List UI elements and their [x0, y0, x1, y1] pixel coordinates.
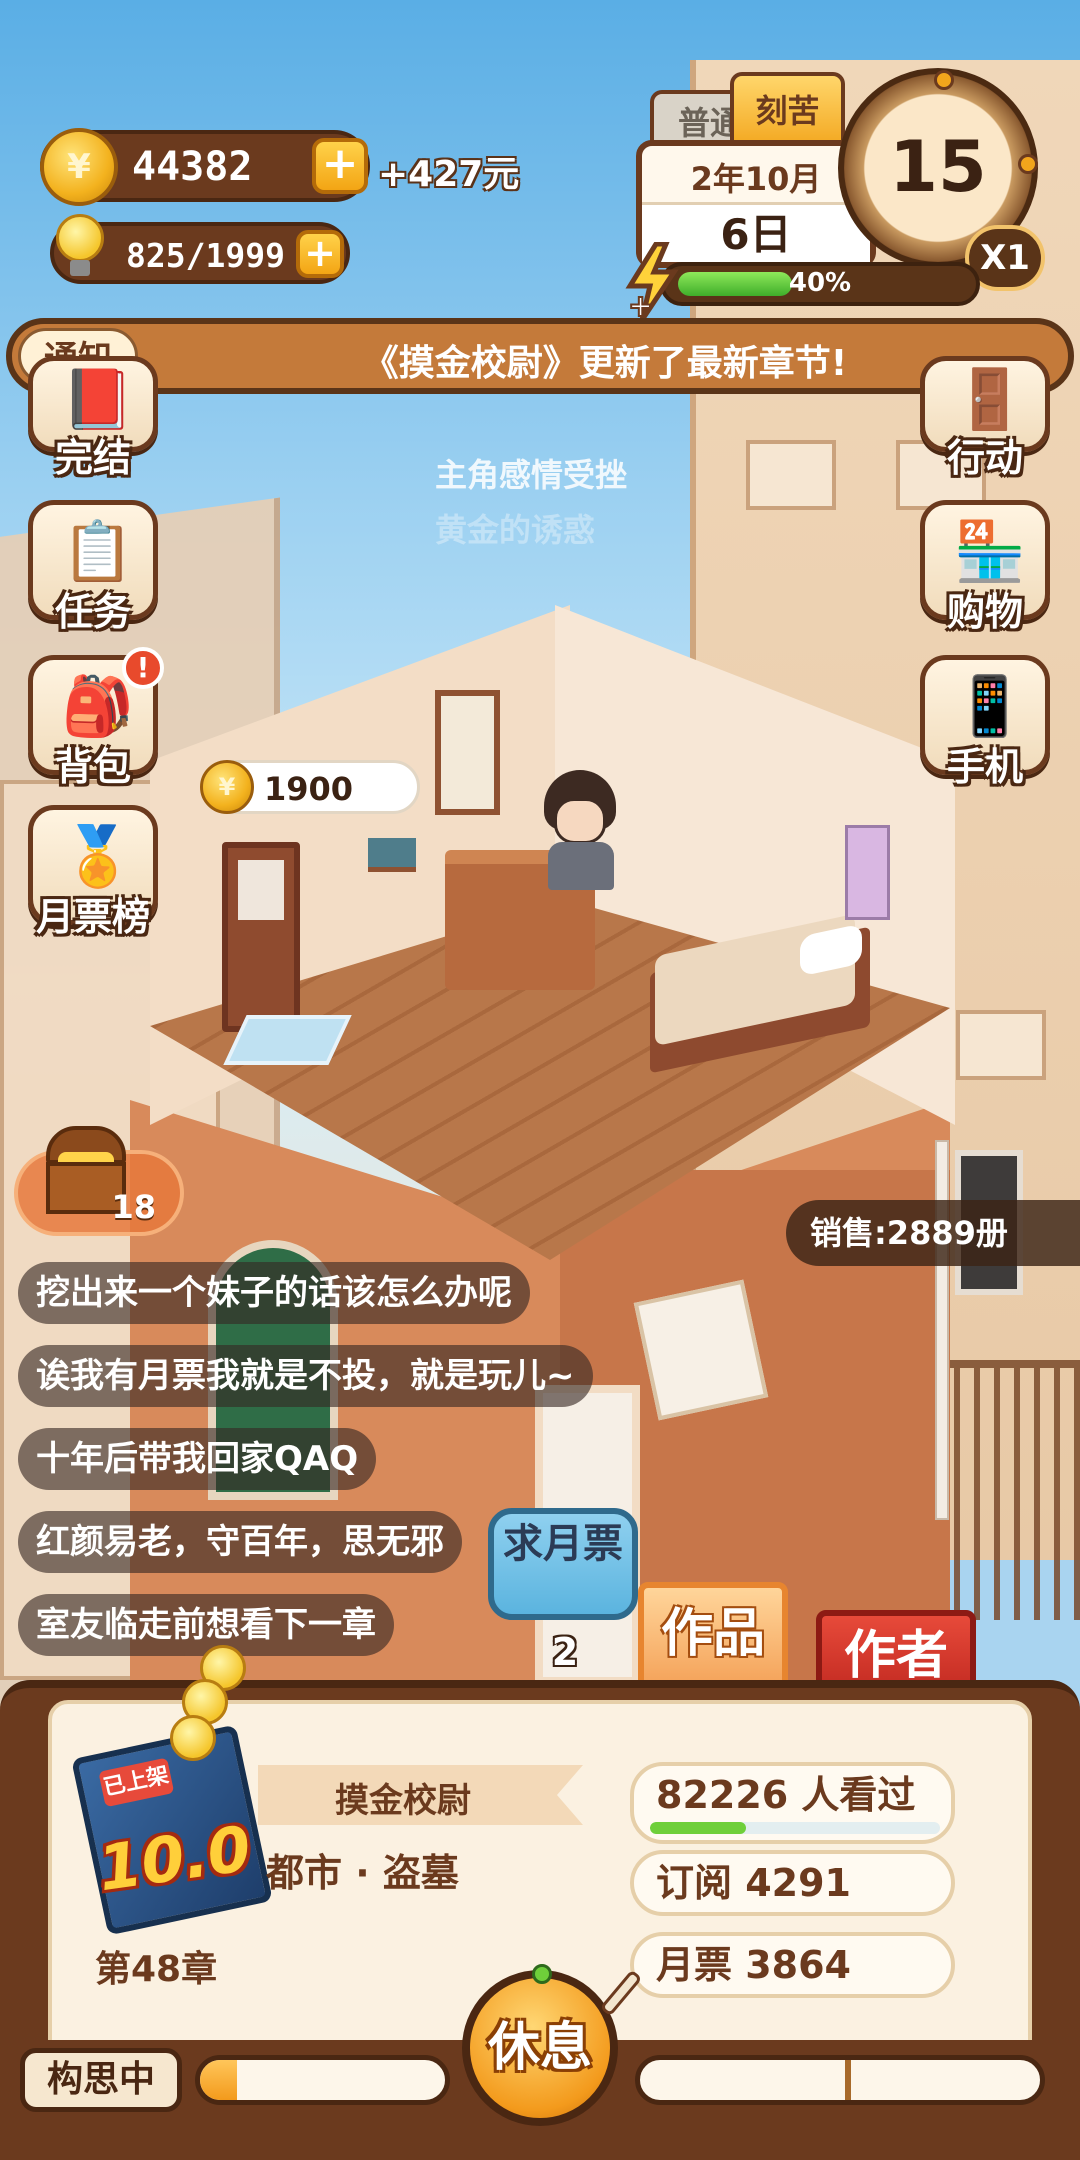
- menu-tasks-label: 任务: [54, 590, 131, 634]
- menu-action-label: 行动: [946, 436, 1023, 480]
- menu-tasks[interactable]: 📋 任务: [28, 500, 158, 640]
- clock-sun-icon: [1018, 154, 1038, 174]
- author-character[interactable]: [540, 770, 620, 890]
- menu-finished[interactable]: 📕 完结: [28, 346, 158, 486]
- rest-button[interactable]: 休息: [462, 1964, 643, 2126]
- gold-value: 44382: [132, 144, 253, 190]
- reader-comment: 红颜易老，守百年，思无邪: [18, 1511, 462, 1573]
- room-window: [435, 690, 500, 815]
- bookshelf: [368, 838, 416, 872]
- treasure-chest-button[interactable]: 18: [14, 1126, 184, 1236]
- menu-shop-label: 购物: [946, 590, 1023, 634]
- building-window: [746, 440, 836, 510]
- progress-marker: [845, 2060, 851, 2100]
- coin-icon: ¥: [40, 128, 118, 206]
- thinking-progress-fill: [200, 2060, 237, 2100]
- building-window: [956, 1010, 1046, 1080]
- energy-bar: 40%: [660, 262, 980, 306]
- book-title-ribbon: 摸金校尉: [258, 1765, 583, 1825]
- views-stat: 82226 人看过: [630, 1762, 955, 1844]
- add-ideas-button[interactable]: +: [296, 230, 344, 278]
- event-text: 主角感情受挫: [435, 456, 628, 494]
- mode-tab-hard[interactable]: 刻苦: [730, 72, 845, 150]
- lightbulb-icon: [50, 214, 110, 284]
- income-rate: +427元: [378, 154, 520, 195]
- menu-finished-label: 完结: [54, 436, 131, 480]
- gold-counter: ¥ 44382 +: [40, 128, 370, 206]
- ideas-counter: 825/1999 +: [50, 214, 350, 284]
- reader-comment: 挖出来一个妹子的话该怎么办呢: [18, 1262, 530, 1324]
- subscription-stat: 订阅 4291: [630, 1850, 955, 1916]
- coin-reward-value: 1900: [264, 770, 354, 808]
- character-face: [554, 798, 606, 844]
- writing-status: 构思中: [20, 2048, 182, 2112]
- room-door[interactable]: [222, 842, 300, 1032]
- ideas-value: 825/1999: [126, 236, 285, 275]
- reader-comment: 诶我有月票我就是不投，就是玩儿~: [18, 1345, 593, 1407]
- menu-backpack[interactable]: 🎒 ! 背包: [28, 647, 164, 795]
- thinking-progress: [195, 2055, 450, 2105]
- menu-ticket-rank-label: 月票榜: [35, 895, 150, 939]
- book-genre: 都市 · 盗墓: [266, 1851, 459, 1895]
- sales-count: 销售:2889册: [786, 1200, 1080, 1266]
- published-stamp: 已上架: [98, 1757, 175, 1808]
- clock-marker-icon: [934, 70, 954, 90]
- clock-value: 15: [889, 126, 987, 208]
- notice-banner[interactable]: 通知 《摸金校尉》更新了最新章节!: [6, 318, 1074, 394]
- menu-shop[interactable]: 🏪 购物: [920, 500, 1050, 640]
- treasure-count: 18: [111, 1188, 156, 1226]
- menu-phone[interactable]: 📱 手机: [920, 655, 1050, 795]
- lightning-icon[interactable]: +: [622, 242, 682, 322]
- event-text-faded: 黄金的诱惑: [435, 511, 596, 549]
- coin-reward-bubble[interactable]: ¥ 1900: [200, 760, 420, 814]
- bed[interactable]: [650, 910, 880, 1074]
- menu-ticket-rank[interactable]: 🏅 月票榜: [28, 805, 158, 945]
- character-body: [548, 842, 614, 890]
- chapter-number: 第48章: [95, 1949, 218, 1990]
- request-ticket-count: 2: [551, 1630, 579, 1674]
- menu-backpack-label: 背包: [54, 745, 131, 789]
- coin-icon: ¥: [200, 760, 254, 814]
- views-progress: [650, 1822, 940, 1834]
- drain-pipe: [935, 1140, 949, 1520]
- writing-progress: [635, 2055, 1045, 2105]
- menu-phone-label: 手机: [946, 745, 1023, 789]
- inspiration-bulbs-icon: [170, 1645, 270, 1765]
- request-ticket-button[interactable]: 求月票: [488, 1508, 638, 1620]
- add-gold-button[interactable]: +: [312, 138, 368, 194]
- views-value: 82226 人看过: [656, 1773, 916, 1817]
- rest-label: 休息: [487, 2018, 592, 2078]
- gem-icon: [532, 1964, 552, 1984]
- book-title: 摸金校尉: [335, 1781, 471, 1821]
- alert-badge: !: [122, 647, 164, 689]
- energy-percent: 40%: [788, 268, 852, 298]
- wall-poster: [845, 825, 890, 920]
- calendar-month: 2年10月: [690, 160, 822, 198]
- monthly-ticket-stat: 月票 3864: [630, 1932, 955, 1998]
- reader-comment: 十年后带我回家QAQ: [18, 1428, 377, 1490]
- tab-works[interactable]: 作品: [638, 1582, 788, 1692]
- menu-action[interactable]: 🚪 行动: [920, 346, 1050, 486]
